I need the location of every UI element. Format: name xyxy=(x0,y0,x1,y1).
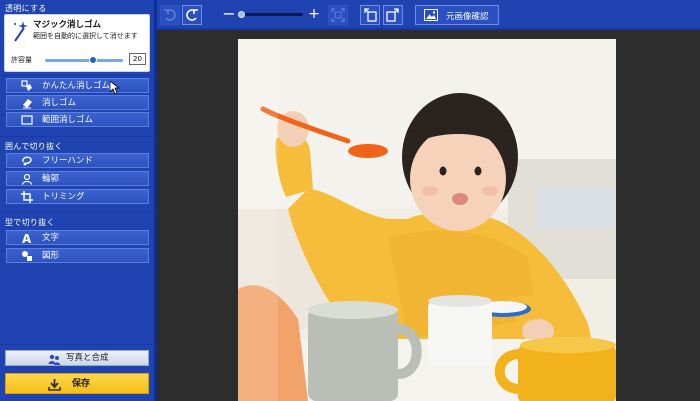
freehand-label: フリーハンド xyxy=(42,156,93,166)
text-shape-button[interactable]: A 文字 xyxy=(6,230,149,245)
child-eating-photo xyxy=(238,39,616,401)
figure-shape-button[interactable]: 図形 xyxy=(6,248,149,263)
save-label: 保存 xyxy=(72,379,91,389)
tolerance-label: 許容量 xyxy=(11,56,32,64)
undo-icon xyxy=(164,9,176,21)
outline-button[interactable]: 輪郭 xyxy=(6,171,149,186)
freehand-button[interactable]: フリーハンド xyxy=(6,153,149,168)
divider xyxy=(0,75,154,76)
rectangle-eraser-button[interactable]: 範囲消しゴム xyxy=(6,112,149,127)
easy-eraser-icon xyxy=(21,80,32,91)
tolerance-slider[interactable] xyxy=(45,56,123,64)
people-compose-icon xyxy=(48,354,61,365)
magic-eraser-card: マジック消しゴム 範囲を自動的に選択して消せます 許容量 20 xyxy=(4,14,150,72)
undo-button[interactable] xyxy=(160,5,180,25)
figure-shape-label: 図形 xyxy=(42,251,60,261)
section-label-transparent: 透明にする xyxy=(5,4,47,13)
tool-description: 範囲を自動的に選択して消せます xyxy=(33,32,138,40)
photo-compose-label: 写真と合成 xyxy=(66,353,109,363)
easy-eraser-button[interactable]: かんたん消しゴム xyxy=(6,78,149,93)
image-icon xyxy=(424,9,438,21)
redo-icon xyxy=(186,9,198,21)
tolerance-slider-knob[interactable] xyxy=(89,56,98,64)
zoom-out-button[interactable]: − xyxy=(222,5,236,25)
crop-icon xyxy=(21,191,33,203)
eraser-icon xyxy=(23,99,32,109)
rotate-right-icon xyxy=(386,8,399,22)
zoom-slider-knob[interactable] xyxy=(238,11,246,18)
tool-name: マジック消しゴム xyxy=(33,20,102,30)
magic-wand-icon xyxy=(14,21,28,42)
text-shape-label: 文字 xyxy=(42,233,60,243)
svg-text:A: A xyxy=(22,232,32,244)
trimming-button[interactable]: トリミング xyxy=(6,189,149,204)
eraser-label: 消しゴム xyxy=(42,98,77,108)
rotate-left-icon xyxy=(364,8,377,22)
divider xyxy=(0,212,154,213)
shapes-icon xyxy=(22,251,32,261)
rotate-left-button[interactable] xyxy=(360,5,380,25)
freehand-lasso-icon xyxy=(22,156,32,166)
redo-button[interactable] xyxy=(182,5,202,25)
zoom-in-button[interactable]: + xyxy=(307,5,321,25)
left-tool-panel: 透明にする マジック消しゴム 範囲を自動的に選択して消せます 許容量 20 かん… xyxy=(0,0,157,401)
photo-image[interactable] xyxy=(238,39,616,401)
section-label-shape: 型で切り抜く xyxy=(5,218,55,227)
fit-screen-icon xyxy=(331,8,345,22)
editing-canvas[interactable] xyxy=(157,32,700,401)
section-label-enclose: 囲んで切り抜く xyxy=(5,142,63,151)
fit-to-screen-button[interactable] xyxy=(328,5,348,25)
trimming-label: トリミング xyxy=(42,192,85,202)
rectangle-eraser-icon xyxy=(21,115,33,125)
zoom-slider[interactable] xyxy=(238,11,303,18)
rotate-right-button[interactable] xyxy=(383,5,403,25)
outline-label: 輪郭 xyxy=(42,174,60,184)
save-button[interactable]: 保存 xyxy=(5,373,149,394)
text-a-icon: A xyxy=(22,232,32,244)
mouse-cursor-icon xyxy=(110,81,120,95)
top-toolbar: − + 元画像確認 xyxy=(157,0,700,30)
divider xyxy=(0,344,154,345)
eraser-button[interactable]: 消しゴム xyxy=(6,95,149,110)
photo-compose-button[interactable]: 写真と合成 xyxy=(5,350,149,366)
view-original-button[interactable]: 元画像確認 xyxy=(415,5,499,25)
rectangle-eraser-label: 範囲消しゴム xyxy=(42,115,94,125)
person-outline-icon xyxy=(21,173,33,185)
divider xyxy=(0,136,154,137)
view-original-label: 元画像確認 xyxy=(446,12,489,22)
easy-eraser-label: かんたん消しゴム xyxy=(42,81,111,91)
tolerance-value-field[interactable]: 20 xyxy=(129,53,146,65)
download-icon xyxy=(48,379,61,391)
